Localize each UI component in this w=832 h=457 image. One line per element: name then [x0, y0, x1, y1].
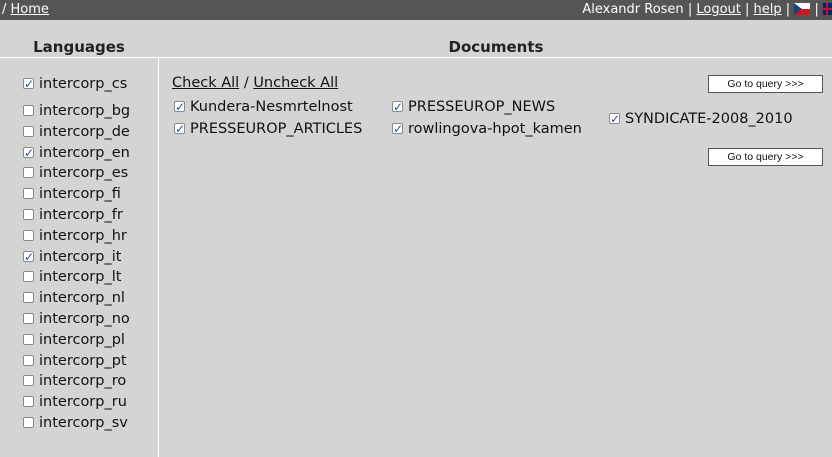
language-label: intercorp_ru — [39, 394, 127, 411]
top-bar: / Home Alexandr Rosen | Logout | help | … — [0, 0, 832, 20]
go-to-query-button-top[interactable]: Go to query >>> — [708, 75, 823, 93]
slash: / — [243, 75, 249, 91]
languages-header: Languages — [33, 38, 125, 56]
language-label: intercorp_sv — [39, 415, 128, 431]
language-item[interactable]: intercorp_ro — [23, 372, 126, 390]
language-item[interactable]: intercorp_en — [23, 144, 130, 162]
language-label: intercorp_en — [39, 144, 130, 161]
language-label: intercorp_fi — [39, 186, 121, 203]
checkbox[interactable] — [23, 209, 34, 220]
documents-header: Documents — [448, 38, 544, 56]
breadcrumb-separator: / — [2, 2, 7, 17]
document-label: PRESSEUROP_ARTICLES — [190, 121, 363, 137]
checkbox[interactable] — [23, 125, 34, 137]
breadcrumb: / Home — [2, 2, 49, 17]
language-label: intercorp_pl — [39, 331, 125, 348]
checkbox[interactable] — [23, 375, 34, 387]
language-item[interactable]: intercorp_pt — [23, 352, 127, 370]
go-to-query-button-bottom[interactable]: Go to query >>> — [708, 148, 823, 166]
checkbox[interactable] — [23, 271, 34, 283]
checkbox[interactable] — [23, 354, 34, 366]
separator: | — [745, 2, 750, 17]
user-name: Alexandr Rosen — [582, 2, 684, 17]
language-item[interactable]: intercorp_pl — [23, 331, 125, 349]
language-label: intercorp_hr — [39, 227, 127, 244]
help-link[interactable]: help — [754, 2, 782, 17]
checkbox[interactable] — [23, 333, 34, 345]
language-item[interactable]: intercorp_bg — [23, 102, 130, 120]
document-label: PRESSEUROP_NEWS — [408, 99, 556, 115]
checkbox[interactable] — [23, 396, 34, 408]
document-item[interactable]: Kundera-Nesmrtelnost — [174, 98, 353, 116]
language-item[interactable]: intercorp_it — [23, 248, 121, 266]
language-item[interactable]: intercorp_es — [23, 164, 128, 182]
checkbox[interactable] — [23, 167, 34, 179]
language-item-primary[interactable]: intercorp_cs — [23, 75, 127, 93]
language-item[interactable]: intercorp_fi — [23, 185, 121, 203]
language-item[interactable]: intercorp_nl — [23, 289, 125, 307]
uncheck-all-link[interactable]: Uncheck All — [253, 75, 338, 91]
user-bar: Alexandr Rosen | Logout | help | | — [582, 2, 832, 17]
language-item[interactable]: intercorp_lt — [23, 268, 121, 286]
document-item[interactable]: PRESSEUROP_NEWS — [392, 98, 555, 116]
logout-link[interactable]: Logout — [696, 2, 741, 17]
checkbox[interactable] — [23, 229, 34, 241]
language-label: intercorp_es — [39, 165, 129, 182]
checkbox[interactable] — [23, 188, 34, 200]
language-label: intercorp_ro — [39, 373, 127, 390]
checkbox[interactable] — [174, 98, 185, 116]
check-all-controls: Check All / Uncheck All — [172, 75, 338, 91]
language-item[interactable]: intercorp_no — [23, 310, 130, 328]
language-item[interactable]: intercorp_ru — [23, 393, 127, 411]
checkbox[interactable] — [609, 110, 620, 128]
separator: | — [785, 2, 791, 17]
english-flag-icon[interactable] — [823, 3, 832, 15]
checkbox[interactable] — [392, 120, 403, 138]
checkbox[interactable] — [23, 417, 34, 428]
checkbox[interactable] — [23, 292, 34, 304]
language-label: intercorp_nl — [39, 290, 125, 307]
check-all-link[interactable]: Check All — [172, 75, 239, 91]
language-label: intercorp_no — [39, 311, 130, 327]
checkbox[interactable] — [23, 313, 34, 324]
document-label: rowlingova-hpot_kamen — [408, 121, 582, 137]
checkbox[interactable] — [392, 98, 403, 116]
language-label: intercorp_pt — [39, 352, 127, 369]
language-item[interactable]: intercorp_sv — [23, 414, 128, 432]
document-label: Kundera-Nesmrtelnost — [190, 99, 353, 115]
language-item[interactable]: intercorp_fr — [23, 206, 123, 224]
separator: | — [814, 2, 819, 17]
checkbox[interactable] — [23, 248, 34, 266]
language-label: intercorp_cs — [39, 76, 128, 92]
separator: | — [687, 2, 693, 17]
language-label: intercorp_it — [39, 248, 122, 265]
checkbox[interactable] — [174, 120, 185, 138]
document-item[interactable]: PRESSEUROP_ARTICLES — [174, 120, 362, 138]
document-item[interactable]: SYNDICATE-2008_2010 — [609, 110, 793, 128]
checkbox[interactable] — [23, 105, 34, 116]
language-label: intercorp_bg — [39, 103, 131, 119]
language-label: intercorp_de — [39, 123, 130, 140]
language-label: intercorp_fr — [39, 207, 123, 223]
home-link[interactable]: Home — [11, 2, 49, 17]
checkbox[interactable] — [23, 75, 34, 93]
language-item[interactable]: intercorp_hr — [23, 227, 127, 245]
language-label: intercorp_lt — [39, 269, 122, 286]
document-item[interactable]: rowlingova-hpot_kamen — [392, 120, 582, 138]
document-label: SYNDICATE-2008_2010 — [625, 111, 793, 127]
checkbox[interactable] — [23, 144, 34, 162]
czech-flag-icon[interactable] — [794, 3, 811, 15]
language-item[interactable]: intercorp_de — [23, 123, 130, 141]
